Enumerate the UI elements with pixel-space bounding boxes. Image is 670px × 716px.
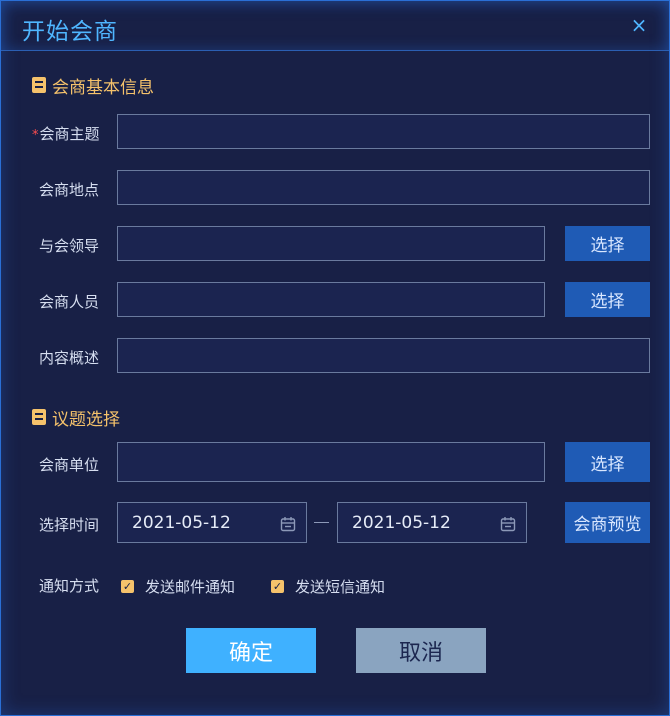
close-icon[interactable]: × xyxy=(628,14,650,36)
select-unit-button[interactable]: 选择 xyxy=(565,442,650,482)
section-basic-info: 会商基本信息 xyxy=(32,74,154,98)
select-personnel-button[interactable]: 选择 xyxy=(565,282,650,317)
email-checkbox[interactable]: ✓ xyxy=(121,580,134,593)
personnel-input[interactable] xyxy=(117,282,545,317)
confirm-button[interactable]: 确定 xyxy=(186,628,316,673)
location-input[interactable] xyxy=(117,170,650,205)
location-label: 会商地点 xyxy=(39,181,100,199)
required-mark: * xyxy=(32,128,39,143)
subject-input[interactable] xyxy=(117,114,650,149)
section-topic-select: 议题选择 xyxy=(32,406,120,430)
summary-input[interactable] xyxy=(117,338,650,373)
select-leaders-button[interactable]: 选择 xyxy=(565,226,650,261)
notify-label: 通知方式 xyxy=(39,577,100,595)
cancel-button[interactable]: 取消 xyxy=(356,628,486,673)
calendar-icon[interactable] xyxy=(500,516,516,532)
meeting-dialog: 开始会商 × 会商基本信息 *会商主题 会商地点 与会领导 选择 会商人员 选择… xyxy=(0,0,670,716)
end-date-value: 2021-05-12 xyxy=(352,513,451,533)
start-date-value: 2021-05-12 xyxy=(132,513,231,533)
subject-label-text: 会商主题 xyxy=(39,125,100,143)
unit-input[interactable] xyxy=(117,442,545,482)
leaders-label: 与会领导 xyxy=(39,237,100,255)
start-date-picker[interactable]: 2021-05-12 xyxy=(117,502,307,543)
section-label: 会商基本信息 xyxy=(52,77,154,98)
dialog-titlebar: 开始会商 × xyxy=(1,1,669,51)
sms-checkbox[interactable]: ✓ xyxy=(271,580,284,593)
personnel-label: 会商人员 xyxy=(39,293,100,311)
sms-notify-option[interactable]: ✓ 发送短信通知 xyxy=(271,576,385,597)
dialog-title: 开始会商 xyxy=(22,19,118,45)
meeting-preview-button[interactable]: 会商预览 xyxy=(565,502,650,543)
leaders-input[interactable] xyxy=(117,226,545,261)
email-notify-option[interactable]: ✓ 发送邮件通知 xyxy=(121,576,235,597)
sms-notify-label: 发送短信通知 xyxy=(295,578,386,596)
calendar-icon[interactable] xyxy=(280,516,296,532)
document-icon xyxy=(32,77,46,93)
subject-label: *会商主题 xyxy=(32,123,100,144)
end-date-picker[interactable]: 2021-05-12 xyxy=(337,502,527,543)
section-label: 议题选择 xyxy=(52,409,120,430)
date-range-separator xyxy=(314,522,329,523)
document-icon xyxy=(32,409,46,425)
summary-label: 内容概述 xyxy=(39,349,100,367)
email-notify-label: 发送邮件通知 xyxy=(145,578,236,596)
unit-label: 会商单位 xyxy=(39,456,100,474)
time-label: 选择时间 xyxy=(39,516,100,534)
